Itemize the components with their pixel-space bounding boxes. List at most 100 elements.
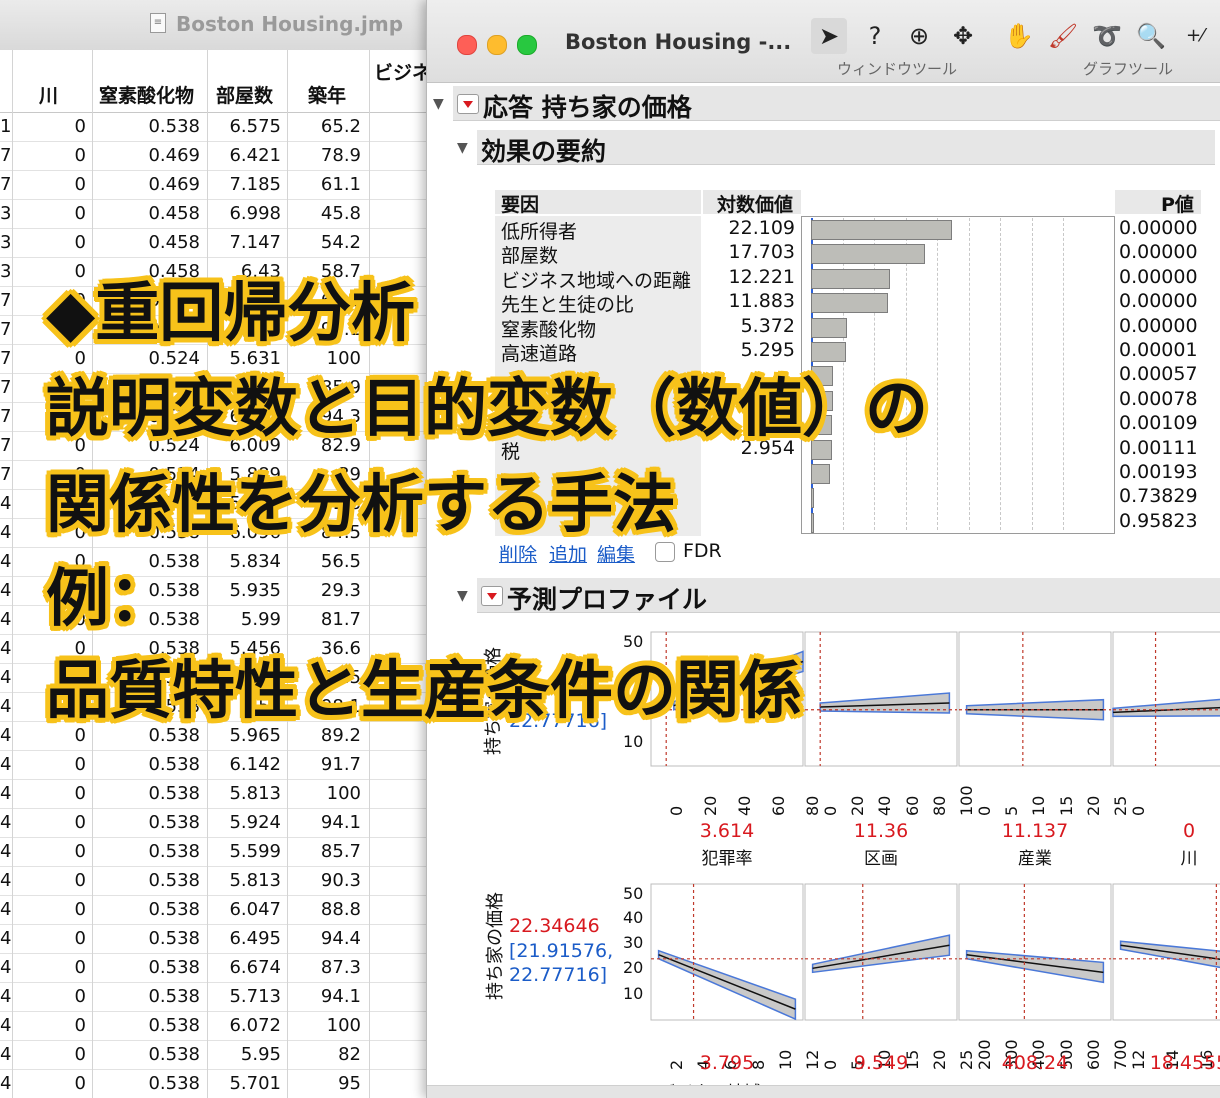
table-row[interactable]: 4 0 0.538 6.142 91.7: [0, 750, 440, 780]
factor-current-value[interactable]: 9.549: [825, 1052, 937, 1074]
table-cell[interactable]: 0: [12, 145, 86, 166]
table-cell[interactable]: 54.2: [287, 232, 361, 253]
table-cell[interactable]: 0.538: [92, 928, 200, 949]
table-cell[interactable]: 7: [0, 406, 11, 427]
table-cell[interactable]: 6.674: [207, 957, 281, 978]
table-row[interactable]: 4 0 0.538 6.495 94.4: [0, 924, 440, 954]
factor-current-value[interactable]: 11.36: [825, 820, 937, 842]
table-row[interactable]: 4 0 0.538 5.813 90.3: [0, 866, 440, 896]
table-cell[interactable]: 6.072: [207, 1015, 281, 1036]
table-cell[interactable]: 0: [12, 1044, 86, 1065]
table-cell[interactable]: 56.5: [287, 551, 361, 572]
table-cell[interactable]: 4: [0, 725, 11, 746]
table-cell[interactable]: 4: [0, 696, 11, 717]
table-cell[interactable]: 95: [287, 1073, 361, 1094]
table-cell[interactable]: 7: [0, 145, 11, 166]
table-row[interactable]: 3 0 0.458 7.147 54.2: [0, 228, 440, 258]
table-cell[interactable]: 4: [0, 783, 11, 804]
table-cell[interactable]: 6.421: [207, 145, 281, 166]
factor-current-value[interactable]: 11.137: [979, 820, 1091, 842]
table-cell[interactable]: 0.538: [92, 116, 200, 137]
table-row[interactable]: 4 0 0.538 6.674 87.3: [0, 953, 440, 983]
table-cell[interactable]: 5.713: [207, 986, 281, 1007]
table-cell[interactable]: 78.9: [287, 145, 361, 166]
table-cell[interactable]: 7.147: [207, 232, 281, 253]
table-cell[interactable]: 7: [0, 464, 11, 485]
table-cell[interactable]: 0.538: [92, 841, 200, 862]
table-cell[interactable]: 4: [0, 986, 11, 1007]
table-cell[interactable]: 4: [0, 551, 11, 572]
table-row[interactable]: 4 0 0.538 5.599 85.7: [0, 837, 440, 867]
table-cell[interactable]: 0.458: [92, 203, 200, 224]
table-cell[interactable]: 7: [0, 290, 11, 311]
table-cell[interactable]: 87.3: [287, 957, 361, 978]
table-cell[interactable]: 0: [12, 116, 86, 137]
table-cell[interactable]: 4: [0, 957, 11, 978]
table-row[interactable]: 1 0 0.538 6.575 65.2: [0, 112, 440, 142]
table-row[interactable]: 7 0 0.469 6.421 78.9: [0, 141, 440, 171]
table-cell[interactable]: 0.538: [92, 870, 200, 891]
table-row[interactable]: 4 0 0.538 5.713 94.1: [0, 982, 440, 1012]
table-cell[interactable]: 91.7: [287, 754, 361, 775]
table-cell[interactable]: 94.1: [287, 812, 361, 833]
table-cell[interactable]: 0: [12, 986, 86, 1007]
table-cell[interactable]: 94.1: [287, 986, 361, 1007]
table-cell[interactable]: 82: [287, 1044, 361, 1065]
table-cell[interactable]: 0.538: [92, 754, 200, 775]
table-cell[interactable]: 6.047: [207, 899, 281, 920]
table-cell[interactable]: 61.1: [287, 174, 361, 195]
table-cell[interactable]: 29.3: [287, 580, 361, 601]
table-cell[interactable]: 65.2: [287, 116, 361, 137]
table-cell[interactable]: 7.185: [207, 174, 281, 195]
table-cell[interactable]: 3: [0, 203, 11, 224]
table-cell[interactable]: 0: [12, 232, 86, 253]
table-cell[interactable]: 1: [0, 116, 11, 137]
factor-current-value[interactable]: 0: [1133, 820, 1220, 842]
table-row[interactable]: 4 0 0.538 5.95 82: [0, 1040, 440, 1070]
table-cell[interactable]: 0.538: [92, 812, 200, 833]
table-row[interactable]: 4 0 0.538 6.047 88.8: [0, 895, 440, 925]
table-cell[interactable]: 0.538: [92, 1015, 200, 1036]
table-cell[interactable]: 7: [0, 435, 11, 456]
table-cell[interactable]: 45.8: [287, 203, 361, 224]
table-cell[interactable]: 0: [12, 899, 86, 920]
table-row[interactable]: 3 0 0.458 6.998 45.8: [0, 199, 440, 229]
column-header[interactable]: 築年: [287, 50, 370, 112]
table-cell[interactable]: 0: [12, 783, 86, 804]
table-cell[interactable]: 0.538: [92, 899, 200, 920]
table-cell[interactable]: 0.538: [92, 1073, 200, 1094]
table-cell[interactable]: 0: [12, 812, 86, 833]
table-cell[interactable]: 3: [0, 232, 11, 253]
table-cell[interactable]: 0: [12, 928, 86, 949]
table-cell[interactable]: 4: [0, 841, 11, 862]
table-row[interactable]: 4 0 0.538 5.813 100: [0, 779, 440, 809]
table-cell[interactable]: 90.3: [287, 870, 361, 891]
table-cell[interactable]: 4: [0, 928, 11, 949]
column-header[interactable]: 部屋数: [207, 50, 288, 112]
horizontal-scrollbar[interactable]: [427, 1085, 1220, 1098]
column-header[interactable]: 川: [12, 50, 93, 112]
table-cell[interactable]: 100: [287, 1015, 361, 1036]
table-cell[interactable]: 5.834: [207, 551, 281, 572]
table-cell[interactable]: 4: [0, 899, 11, 920]
table-cell[interactable]: 81.7: [287, 609, 361, 630]
table-cell[interactable]: 0.458: [92, 232, 200, 253]
table-cell[interactable]: 100: [287, 783, 361, 804]
table-row[interactable]: 4 0 0.538 5.924 94.1: [0, 808, 440, 838]
table-cell[interactable]: 7: [0, 377, 11, 398]
table-cell[interactable]: 4: [0, 493, 11, 514]
table-cell[interactable]: 6.495: [207, 928, 281, 949]
table-cell[interactable]: 6.142: [207, 754, 281, 775]
table-row[interactable]: 4 0 0.538 6.072 100: [0, 1011, 440, 1041]
table-row[interactable]: 7 0 0.469 7.185 61.1: [0, 170, 440, 200]
table-cell[interactable]: 4: [0, 1015, 11, 1036]
table-cell[interactable]: 4: [0, 609, 11, 630]
table-cell[interactable]: 0: [12, 870, 86, 891]
factor-current-value[interactable]: 3.795: [671, 1052, 783, 1074]
table-cell[interactable]: 94.4: [287, 928, 361, 949]
table-cell[interactable]: 4: [0, 754, 11, 775]
table-cell[interactable]: 85.7: [287, 841, 361, 862]
table-cell[interactable]: 5.935: [207, 580, 281, 601]
table-cell[interactable]: 4: [0, 638, 11, 659]
table-cell[interactable]: 5.95: [207, 1044, 281, 1065]
